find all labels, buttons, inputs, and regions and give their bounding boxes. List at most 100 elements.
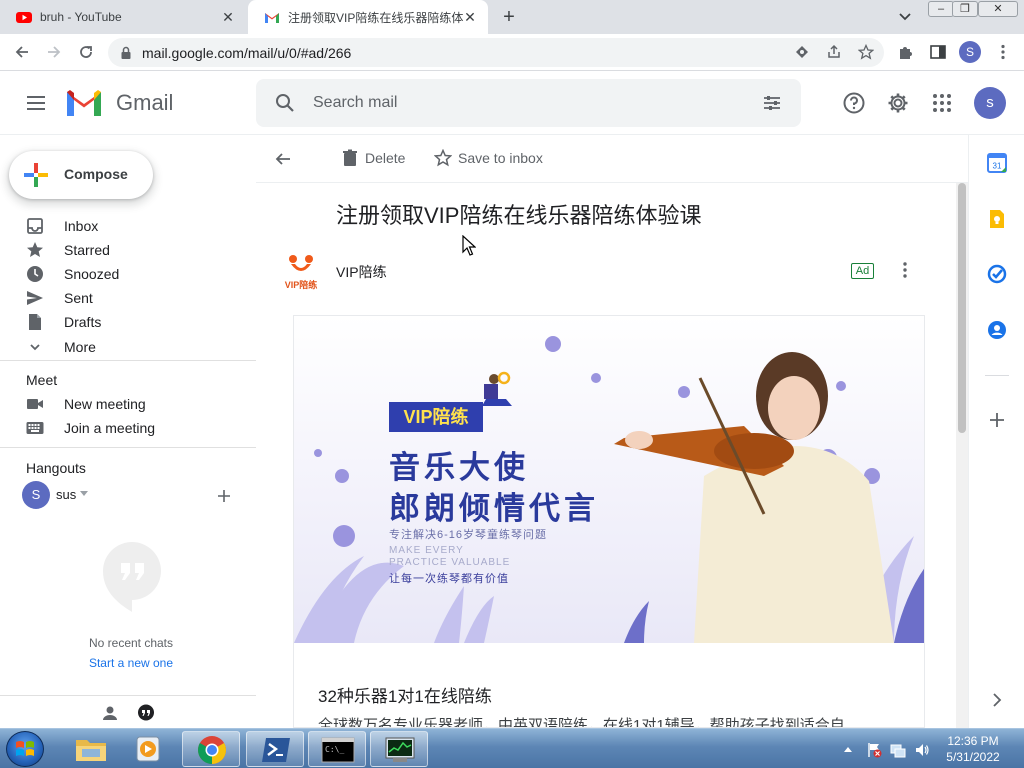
search-bar[interactable]: Search mail bbox=[256, 79, 801, 127]
hangouts-heading: Hangouts bbox=[26, 460, 86, 476]
hangouts-user-avatar[interactable]: S bbox=[22, 481, 50, 509]
ad-card[interactable]: VIP陪练 音乐大使 郎朗倾情代言 专注解决6-16岁琴童练琴问题 MAKE E… bbox=[293, 315, 925, 728]
chrome-menu-icon[interactable] bbox=[994, 43, 1012, 61]
tab-youtube[interactable]: bruh - YouTube ✕ bbox=[0, 0, 246, 34]
ad-badge: Ad bbox=[851, 263, 874, 279]
vip-logo-mark-icon bbox=[289, 255, 313, 271]
new-tab-button[interactable]: + bbox=[498, 6, 520, 28]
apps-grid-icon[interactable] bbox=[930, 91, 954, 115]
omnibox[interactable]: mail.google.com/mail/u/0/#ad/266 bbox=[108, 38, 884, 67]
tasks-icon[interactable] bbox=[987, 264, 1007, 284]
back-arrow-icon[interactable] bbox=[12, 42, 32, 62]
forward-arrow-icon[interactable] bbox=[44, 42, 64, 62]
add-addon-plus-icon[interactable] bbox=[987, 410, 1007, 430]
delete-button[interactable]: Delete bbox=[342, 149, 405, 167]
save-to-inbox-label: Save to inbox bbox=[458, 150, 543, 166]
side-panel-icon[interactable] bbox=[929, 43, 947, 61]
expand-panel-chevron-icon[interactable] bbox=[987, 690, 1007, 710]
sender-logo[interactable]: VIP陪练 bbox=[284, 254, 318, 292]
taskbar-clock[interactable]: 12:36 PM 5/31/2022 bbox=[936, 733, 1010, 765]
compose-button[interactable]: Compose bbox=[9, 151, 153, 199]
taskbar-media-player[interactable] bbox=[120, 731, 178, 767]
close-tab-icon[interactable]: ✕ bbox=[220, 9, 236, 25]
settings-gear-icon[interactable] bbox=[886, 91, 910, 115]
sidebar-divider bbox=[0, 360, 256, 361]
no-recent-chats-text: No recent chats bbox=[88, 636, 174, 650]
sidebar-item-starred[interactable]: Starred bbox=[0, 238, 256, 262]
start-new-chat-link[interactable]: Start a new one bbox=[0, 656, 262, 670]
address-toolbar: mail.google.com/mail/u/0/#ad/266 S bbox=[0, 34, 1024, 71]
restore-button[interactable]: ❐ bbox=[952, 1, 978, 17]
close-window-button[interactable]: ✕ bbox=[978, 1, 1018, 17]
url-text[interactable]: mail.google.com/mail/u/0/#ad/266 bbox=[142, 45, 351, 61]
search-input[interactable]: Search mail bbox=[313, 94, 397, 112]
show-hidden-icons-icon[interactable] bbox=[842, 742, 854, 758]
network-icon[interactable] bbox=[890, 742, 906, 758]
gmail-icon bbox=[265, 13, 279, 23]
gmail-wordmark[interactable]: Gmail bbox=[116, 90, 173, 116]
ad-card-description: 全球数万名专业乐器老师，中英双语陪练，在线1对1辅导，帮助孩子找到适合自 bbox=[318, 717, 845, 728]
ad-card-title[interactable]: 32种乐器1对1在线陪练 bbox=[318, 682, 492, 707]
add-chat-plus-icon[interactable] bbox=[216, 488, 232, 504]
sender-logo-text: VIP陪练 bbox=[284, 280, 318, 290]
tab-gmail-active[interactable]: 注册领取VIP陪练在线乐器陪练体 ✕ bbox=[248, 0, 488, 34]
contacts-person-icon[interactable] bbox=[101, 704, 119, 722]
sidebar-item-new-meeting[interactable]: New meeting bbox=[0, 392, 256, 416]
bookmark-star-icon[interactable] bbox=[858, 44, 874, 60]
extensions-puzzle-icon[interactable] bbox=[897, 43, 915, 61]
youtube-icon bbox=[16, 12, 32, 23]
banner-english-2: PRACTICE VALUABLE bbox=[389, 557, 511, 568]
taskbar-file-explorer[interactable] bbox=[62, 731, 120, 767]
gmail-logo-icon[interactable] bbox=[65, 88, 103, 118]
profile-avatar[interactable]: S bbox=[959, 41, 981, 63]
ad-banner-image[interactable]: VIP陪练 音乐大使 郎朗倾情代言 专注解决6-16岁琴童练琴问题 MAKE E… bbox=[294, 316, 924, 643]
reload-icon[interactable] bbox=[76, 42, 96, 62]
minimize-button[interactable]: – bbox=[928, 1, 954, 17]
volume-icon[interactable] bbox=[914, 742, 930, 758]
delete-label: Delete bbox=[365, 150, 406, 166]
account-avatar[interactable]: s bbox=[974, 87, 1006, 119]
side-panel: 31 bbox=[968, 135, 1024, 728]
sidebar-item-label: Sent bbox=[64, 290, 93, 306]
taskbar-chrome[interactable] bbox=[182, 731, 240, 767]
contacts-icon[interactable] bbox=[987, 320, 1007, 340]
file-explorer-icon bbox=[76, 740, 106, 761]
taskbar-cmd[interactable]: C:\_ bbox=[308, 731, 366, 767]
sender-name[interactable]: VIP陪练 bbox=[336, 262, 387, 282]
save-to-inbox-button[interactable]: Save to inbox bbox=[434, 149, 543, 167]
keyboard-icon bbox=[26, 422, 44, 434]
main-menu-icon[interactable] bbox=[24, 91, 48, 115]
sidebar-item-sent[interactable]: Sent bbox=[0, 286, 256, 310]
browser-tab-strip: bruh - YouTube ✕ 注册领取VIP陪练在线乐器陪练体 ✕ + – … bbox=[0, 0, 1024, 34]
svg-text:C:\_: C:\_ bbox=[325, 745, 344, 754]
search-icon[interactable] bbox=[274, 92, 296, 114]
share-icon[interactable] bbox=[826, 44, 842, 60]
start-button[interactable] bbox=[6, 731, 44, 767]
inbox-icon bbox=[27, 218, 43, 234]
calendar-icon[interactable]: 31 bbox=[987, 153, 1007, 173]
taskbar-powershell[interactable] bbox=[246, 731, 304, 767]
taskbar-task-manager[interactable] bbox=[370, 731, 428, 767]
search-options-icon[interactable] bbox=[762, 93, 782, 113]
sidebar-item-join-meeting[interactable]: Join a meeting bbox=[0, 416, 256, 440]
scrollbar-thumb[interactable] bbox=[958, 183, 966, 433]
hangouts-quote-icon[interactable] bbox=[137, 704, 155, 722]
action-center-flag-icon[interactable] bbox=[866, 742, 882, 758]
support-help-icon[interactable] bbox=[842, 91, 866, 115]
extension-diamond-icon[interactable] bbox=[794, 44, 810, 60]
sidebar-item-more[interactable]: More bbox=[0, 335, 256, 359]
back-to-inbox-icon[interactable] bbox=[274, 150, 292, 168]
message-scrollbar[interactable] bbox=[956, 183, 968, 728]
trash-icon bbox=[343, 149, 357, 166]
compose-plus-icon bbox=[24, 163, 48, 187]
tab-search-chevron-icon[interactable] bbox=[896, 8, 914, 26]
close-tab-icon[interactable]: ✕ bbox=[462, 9, 478, 25]
keep-icon[interactable] bbox=[987, 209, 1007, 229]
sidebar-item-snoozed[interactable]: Snoozed bbox=[0, 262, 256, 286]
sidebar-item-inbox[interactable]: Inbox bbox=[0, 214, 256, 238]
hangouts-user-name[interactable]: sus bbox=[56, 487, 76, 502]
status-dropdown-icon[interactable] bbox=[80, 491, 88, 497]
lock-icon[interactable] bbox=[118, 45, 134, 61]
sidebar-item-drafts[interactable]: Drafts bbox=[0, 310, 256, 334]
more-options-icon[interactable] bbox=[897, 261, 913, 279]
